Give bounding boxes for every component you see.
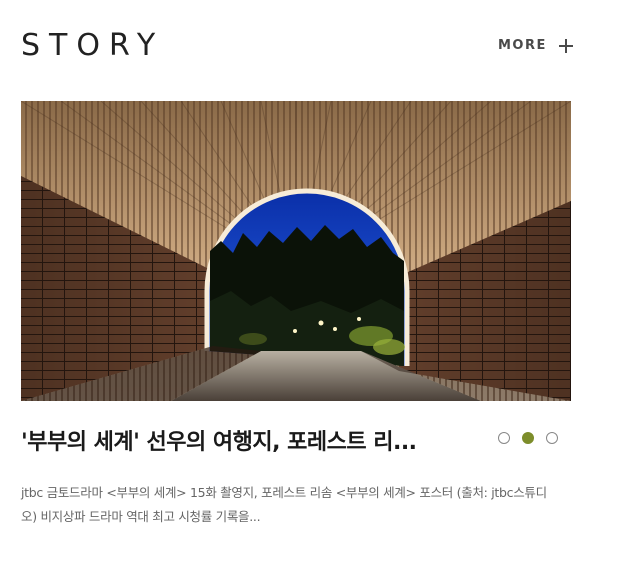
carousel-pagination (498, 432, 558, 444)
article-headline[interactable]: '부부의 세계' 선우의 여행지, 포레스트 리... (21, 426, 491, 460)
carousel-dot-3[interactable] (546, 432, 558, 444)
carousel-dot-1[interactable] (498, 432, 510, 444)
more-label: MORE (498, 38, 547, 53)
tunnel-photo (21, 101, 571, 401)
article-excerpt[interactable]: jtbc 금토드라마 <부부의 세계> 15화 촬영지, 포레스트 리솜 <부부… (21, 481, 561, 529)
more-link[interactable]: MORE (498, 38, 573, 53)
carousel-dot-2[interactable] (522, 432, 534, 444)
plus-icon (558, 38, 573, 53)
hero-image[interactable] (21, 101, 571, 401)
section-title: STORY (21, 28, 165, 63)
